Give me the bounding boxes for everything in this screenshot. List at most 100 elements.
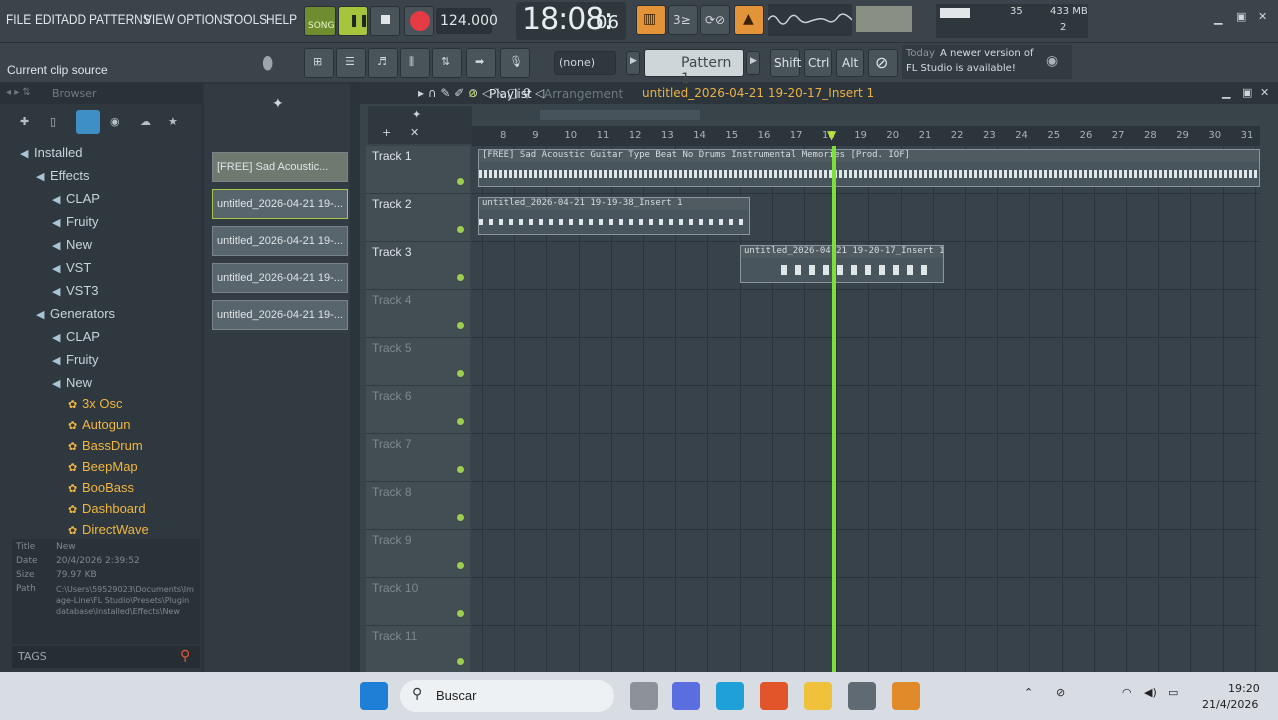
current-clip-selector[interactable]: untitled_2026-04-21 19-20-17_Insert 1	[642, 86, 874, 100]
clip-tool-icon[interactable]: ✦	[272, 96, 284, 112]
browser-item[interactable]: ◀ CLAP	[52, 326, 100, 348]
menu-options[interactable]: OPTIONS	[177, 11, 231, 27]
playlist-close-icon[interactable]: ✕	[1260, 86, 1269, 99]
menu-file[interactable]: FILE	[6, 11, 31, 27]
view-playlist-button[interactable]: ⊞	[304, 48, 334, 78]
track-mute-led-icon[interactable]	[457, 370, 464, 377]
typing-keyboard-toggle[interactable]: ▥	[636, 5, 666, 35]
plus-icon[interactable]: +	[382, 126, 391, 139]
view-channel-rack-button[interactable]: ☰	[336, 48, 366, 78]
browser-item[interactable]: ◀ Installed	[20, 142, 82, 164]
cloud-icon[interactable]: ☁	[140, 115, 151, 128]
browser-item[interactable]: ◀ Fruity	[52, 349, 99, 371]
file-explorer-icon[interactable]	[804, 682, 832, 710]
track-mute-led-icon[interactable]	[457, 562, 464, 569]
browser-item[interactable]: ◀ New	[52, 372, 92, 394]
close-icon[interactable]: ✕	[1258, 10, 1267, 23]
pattern-prev-button[interactable]: ▶	[626, 51, 640, 75]
task-view-icon[interactable]	[630, 682, 658, 710]
browser-item[interactable]: ◀ Generators	[36, 303, 115, 325]
step-edit-toggle[interactable]: 3≥	[668, 5, 698, 35]
view-mixer-button[interactable]: ⫼	[400, 48, 430, 78]
plugin-db-tab-icon[interactable]	[76, 110, 100, 134]
news-panel[interactable]: Today A newer version of FL Studio is av…	[902, 45, 1072, 79]
obs-icon[interactable]	[848, 682, 876, 710]
playhead-marker-icon[interactable]: ▼	[827, 128, 836, 142]
star-icon[interactable]: ★	[168, 115, 178, 128]
pattern-none-selector[interactable]: (none)	[554, 51, 616, 75]
windows-start-icon[interactable]	[360, 682, 388, 710]
maximize-icon[interactable]: ▣	[1236, 10, 1246, 23]
record-button[interactable]	[404, 6, 434, 36]
taskbar-search[interactable]: ⚲ Buscar	[400, 680, 614, 712]
pause-button[interactable]: ❚❚	[338, 6, 369, 36]
menu-view[interactable]: VIEW	[144, 11, 174, 27]
clip-item[interactable]: untitled_2026-04-21 19-...	[212, 263, 348, 293]
track-mute-led-icon[interactable]	[457, 274, 464, 281]
track-mute-led-icon[interactable]	[457, 466, 464, 473]
browser-item[interactable]: ✿ Dashboard	[68, 498, 146, 520]
taskbar-time[interactable]: 19:20	[1228, 682, 1260, 695]
tags-bar[interactable]: TAGS ⚲	[12, 646, 200, 668]
audio-clip-track1[interactable]: [FREE] Sad Acoustic Guitar Type Beat No …	[478, 149, 1260, 187]
arrangement-selector[interactable]: Arrangement	[544, 87, 623, 101]
clip-item[interactable]: [FREE] Sad Acoustic...	[212, 152, 348, 182]
track-header[interactable]: Track 11	[366, 626, 470, 674]
menu-tools[interactable]: TOOLS	[227, 11, 267, 27]
clip-item[interactable]: untitled_2026-04-21 19-...	[212, 300, 348, 330]
browser-item[interactable]: ✿ BooBass	[68, 477, 134, 499]
clip-item[interactable]: untitled_2026-04-21 19-...	[212, 226, 348, 256]
playlist-grid[interactable]: [FREE] Sad Acoustic Guitar Type Beat No …	[472, 146, 1260, 672]
copilot-icon[interactable]	[672, 682, 700, 710]
file-icon[interactable]: ▯	[50, 115, 56, 128]
alt-modifier-button[interactable]: Alt	[836, 49, 864, 77]
menu-edit[interactable]: EDIT	[35, 11, 62, 27]
view-browser-button[interactable]: ⇅	[432, 48, 462, 78]
brave-icon[interactable]	[760, 682, 788, 710]
snap-icon[interactable]: ∩	[468, 86, 477, 100]
edge-icon[interactable]	[716, 682, 744, 710]
wifi-icon[interactable]: ◠	[1122, 686, 1132, 699]
track-header[interactable]: Track 6	[366, 386, 470, 434]
taskbar-date[interactable]: 21/4/2026	[1202, 698, 1258, 711]
clip-item[interactable]: untitled_2026-04-21 19-...	[212, 189, 348, 219]
pattern-selector[interactable]: Pattern 1	[644, 49, 744, 87]
network-icon[interactable]: ⊘	[1056, 686, 1065, 699]
playlist-minimize-icon[interactable]: ▁	[1222, 86, 1230, 99]
track-header[interactable]: Track 10	[366, 578, 470, 626]
add-track-icon[interactable]: ✦	[412, 108, 421, 121]
volume-icon[interactable]: ◀)	[1144, 686, 1157, 699]
menu-add[interactable]: ADD	[61, 11, 86, 27]
browser-item[interactable]: ✿ Autogun	[68, 414, 130, 436]
track-header[interactable]: Track 5	[366, 338, 470, 386]
audio-clip-track2[interactable]: untitled_2026-04-21 19-19-38_Insert 1	[478, 197, 750, 235]
song-mode-toggle[interactable]: SONG	[304, 6, 336, 36]
track-mute-led-icon[interactable]	[457, 514, 464, 521]
track-header[interactable]: Track 1	[366, 146, 470, 194]
track-mute-led-icon[interactable]	[457, 658, 464, 665]
browser-item[interactable]: ✿ 3x Osc	[68, 393, 122, 415]
browser-item[interactable]: ◀ New	[52, 234, 92, 256]
search-icon[interactable]: ⚲	[180, 648, 190, 664]
browser-item[interactable]: ✿ DirectWave	[68, 519, 149, 541]
battery-icon[interactable]: ▭	[1168, 686, 1178, 699]
view-plugin-picker-button[interactable]: ➡	[466, 48, 496, 78]
track-header[interactable]: Track 7	[366, 434, 470, 482]
track-mute-led-icon[interactable]	[457, 322, 464, 329]
browser-item[interactable]: ◀ VST	[52, 257, 91, 279]
audio-clip-track3[interactable]: untitled_2026-04-21 19-20-17_Insert 1	[740, 245, 944, 283]
track-mute-led-icon[interactable]	[457, 610, 464, 617]
stop-button[interactable]	[370, 6, 400, 36]
menu-help[interactable]: HELP	[266, 11, 297, 27]
online-news-button[interactable]: ⊘	[868, 49, 898, 77]
browser-item[interactable]: ✿ BeepMap	[68, 456, 138, 478]
browser-item[interactable]: ✿ BassDrum	[68, 435, 143, 457]
track-header[interactable]: Track 2	[366, 194, 470, 242]
browser-item[interactable]: ◀ Fruity	[52, 211, 99, 233]
collapse-icon[interactable]: ✚	[20, 115, 29, 128]
track-mute-led-icon[interactable]	[457, 226, 464, 233]
ctrl-modifier-button[interactable]: Ctrl	[804, 49, 832, 77]
chevron-up-icon[interactable]: ⌃	[1024, 686, 1033, 699]
fl-studio-icon[interactable]	[892, 682, 920, 710]
browser-item[interactable]: ◀ Effects	[36, 165, 90, 187]
